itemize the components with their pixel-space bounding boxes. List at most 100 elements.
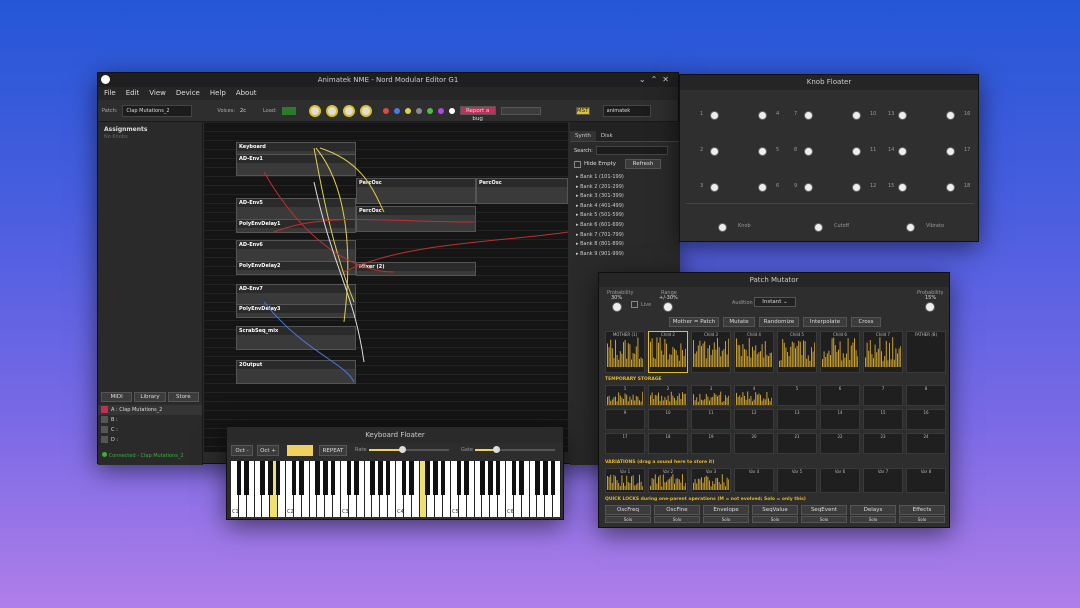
variation-slot[interactable]: Var 8 bbox=[906, 468, 946, 493]
user-field[interactable]: animatek bbox=[602, 104, 651, 117]
knob-18[interactable] bbox=[946, 183, 955, 192]
storage-slot[interactable]: 12 bbox=[734, 409, 774, 430]
knob-12[interactable] bbox=[852, 183, 861, 192]
randomize-button[interactable]: Randomize bbox=[759, 317, 799, 327]
probability-knob[interactable] bbox=[612, 302, 622, 312]
black-key[interactable] bbox=[275, 461, 281, 495]
hide-empty-checkbox[interactable] bbox=[574, 160, 581, 168]
synth-tab[interactable]: Synth bbox=[570, 131, 596, 141]
storage-slot[interactable]: 24 bbox=[906, 433, 946, 454]
storage-slot[interactable]: 22 bbox=[820, 433, 860, 454]
menu-device[interactable]: Device bbox=[176, 87, 200, 100]
knob-6[interactable] bbox=[758, 183, 767, 192]
black-key[interactable] bbox=[409, 461, 415, 495]
black-key[interactable] bbox=[535, 461, 540, 495]
minimize-icon[interactable]: ⌄ bbox=[639, 75, 651, 84]
storage-slot[interactable]: 5 bbox=[777, 385, 817, 406]
oct-minus-button[interactable]: Oct - bbox=[231, 445, 253, 456]
master-knob-3[interactable] bbox=[342, 104, 355, 117]
disk-tab[interactable]: Disk bbox=[596, 131, 618, 141]
black-key[interactable] bbox=[550, 461, 556, 495]
mst-button[interactable]: MST bbox=[575, 106, 590, 115]
search-input[interactable] bbox=[595, 146, 668, 155]
storage-slot[interactable]: 13 bbox=[777, 409, 817, 430]
lock-envelope-button[interactable]: Envelope bbox=[703, 505, 749, 515]
library-tab[interactable]: Library bbox=[134, 392, 166, 402]
knob-10[interactable] bbox=[852, 111, 861, 120]
storage-slot[interactable]: 10 bbox=[648, 409, 688, 430]
storage-slot[interactable]: 21 bbox=[777, 433, 817, 454]
black-key[interactable] bbox=[346, 461, 352, 495]
storage-slot[interactable]: 17 bbox=[605, 433, 645, 454]
lock-seqvalue-button[interactable]: SeqValue bbox=[752, 505, 798, 515]
piano-keyboard[interactable]: C1 C2 C3 C4 C5 C6 bbox=[231, 461, 561, 517]
black-key[interactable] bbox=[432, 461, 438, 495]
knob-14[interactable] bbox=[898, 147, 907, 156]
lock-effects-button[interactable]: Effects bbox=[899, 505, 945, 515]
storage-slot[interactable]: 7 bbox=[863, 385, 903, 406]
knob-bottom-1[interactable] bbox=[718, 223, 727, 232]
storage-slot[interactable]: 19 bbox=[691, 433, 731, 454]
storage-slot[interactable]: 2 bbox=[648, 385, 688, 406]
refresh-button[interactable]: Refresh bbox=[625, 159, 662, 169]
storage-slot[interactable]: 8 bbox=[906, 385, 946, 406]
store-tab[interactable]: Store bbox=[167, 392, 199, 402]
knob-3[interactable] bbox=[710, 183, 719, 192]
knob-16[interactable] bbox=[946, 111, 955, 120]
black-key[interactable] bbox=[236, 461, 242, 495]
variation-slot[interactable]: Var 1 bbox=[605, 468, 645, 493]
storage-slot[interactable]: 6 bbox=[820, 385, 860, 406]
bank-item[interactable]: ▸ Bank 6 (601-699) bbox=[570, 221, 680, 231]
mutation-slot[interactable]: MOTHER (1) bbox=[605, 331, 645, 373]
solo-button[interactable]: Solo bbox=[654, 516, 700, 523]
slot-a[interactable]: A : Clap Mutations_2 bbox=[98, 405, 202, 415]
black-key[interactable] bbox=[291, 461, 297, 495]
color-dot-purple[interactable] bbox=[437, 107, 444, 114]
range-knob[interactable] bbox=[663, 302, 673, 312]
knob-2[interactable] bbox=[710, 147, 719, 156]
mutation-slot[interactable]: Child 7 bbox=[863, 331, 903, 373]
slot-b[interactable]: B : bbox=[98, 415, 202, 425]
knob-11[interactable] bbox=[852, 147, 861, 156]
solo-button[interactable]: Solo bbox=[703, 516, 749, 523]
storage-slot[interactable]: 1 bbox=[605, 385, 645, 406]
black-key[interactable] bbox=[377, 461, 383, 495]
master-knob-1[interactable] bbox=[308, 104, 321, 117]
black-key[interactable] bbox=[480, 461, 485, 495]
color-dot-blue[interactable] bbox=[393, 107, 400, 114]
variation-slot[interactable]: Var 5 bbox=[777, 468, 817, 493]
knob-17[interactable] bbox=[946, 147, 955, 156]
knob-8[interactable] bbox=[804, 147, 813, 156]
lock-delays-button[interactable]: Delays bbox=[850, 505, 896, 515]
black-key[interactable] bbox=[322, 461, 328, 495]
mutation-slot[interactable]: Child 4 bbox=[734, 331, 774, 373]
solo-button[interactable]: Solo bbox=[801, 516, 847, 523]
bank-item[interactable]: ▸ Bank 1 (101-199) bbox=[570, 173, 680, 183]
rate-slider[interactable] bbox=[369, 446, 449, 453]
black-key[interactable] bbox=[401, 461, 407, 495]
menu-view[interactable]: View bbox=[149, 87, 166, 100]
black-key[interactable] bbox=[511, 461, 517, 495]
interpolate-button[interactable]: Interpolate bbox=[803, 317, 847, 327]
black-key[interactable] bbox=[487, 461, 493, 495]
solo-button[interactable]: Solo bbox=[605, 516, 651, 523]
knob-15[interactable] bbox=[898, 183, 907, 192]
knob-5[interactable] bbox=[758, 147, 767, 156]
mutation-slot[interactable]: Child 5 bbox=[777, 331, 817, 373]
variation-slot[interactable]: Var 2 bbox=[648, 468, 688, 493]
black-key[interactable] bbox=[385, 461, 391, 495]
solo-button[interactable]: Solo bbox=[899, 516, 945, 523]
mutate-button[interactable]: Mutate bbox=[723, 317, 755, 327]
bank-item[interactable]: ▸ Bank 2 (201-299) bbox=[570, 183, 680, 193]
solo-button[interactable]: Solo bbox=[752, 516, 798, 523]
probability2-knob[interactable] bbox=[925, 302, 935, 312]
audition-dropdown[interactable]: Instant ⌄ bbox=[754, 297, 796, 307]
storage-slot[interactable]: 15 bbox=[863, 409, 903, 430]
bank-item[interactable]: ▸ Bank 7 (701-799) bbox=[570, 231, 680, 241]
slot-buttons[interactable] bbox=[500, 106, 541, 115]
hold-button[interactable] bbox=[287, 445, 313, 456]
black-key[interactable] bbox=[425, 461, 430, 495]
bank-item[interactable]: ▸ Bank 4 (401-499) bbox=[570, 202, 680, 212]
storage-slot[interactable]: 16 bbox=[906, 409, 946, 430]
color-dot-yellow[interactable] bbox=[404, 107, 411, 114]
